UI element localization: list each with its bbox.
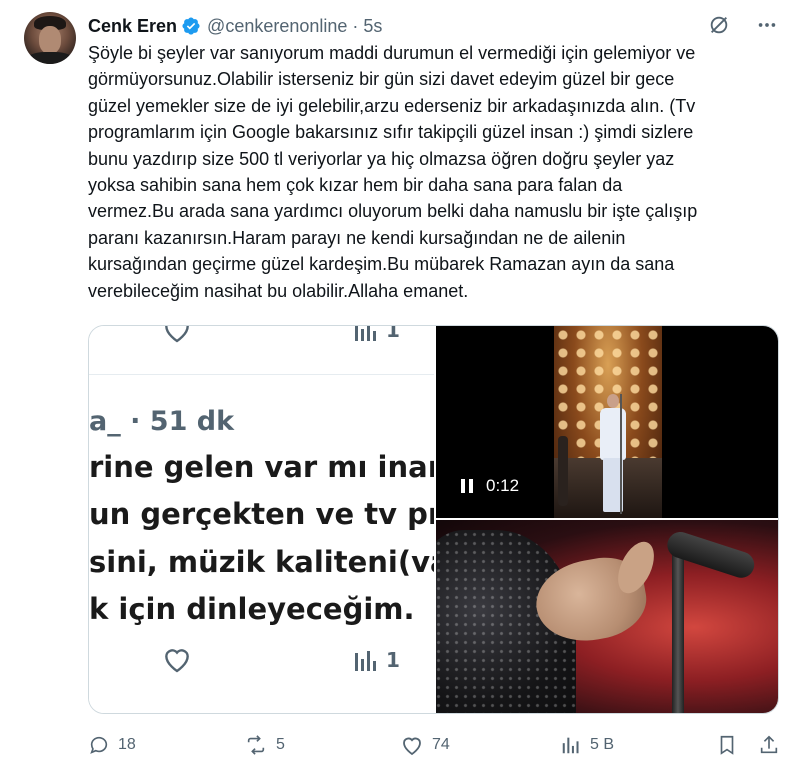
tweet-timestamp[interactable]: 5s xyxy=(363,16,382,37)
video-controls: 0:12 xyxy=(458,476,519,496)
bookmark-icon xyxy=(720,735,734,755)
reply-button[interactable]: 18 xyxy=(88,730,136,760)
grok-icon[interactable] xyxy=(706,12,732,38)
tweet-text-line: yoksa sahibin sana hem çok kızar hem bir… xyxy=(88,175,623,196)
mic-stand xyxy=(620,394,622,514)
video-duration: 0:12 xyxy=(486,476,520,495)
tweet-text-line: görmüyorsunuz.Olabilir isterseniz bir gü… xyxy=(88,69,675,90)
media-video[interactable]: 0:12 xyxy=(436,326,778,518)
tweet-text-line: Şöyle bi şeyler var sanıyorum maddi duru… xyxy=(88,43,696,63)
top-right-actions xyxy=(706,12,780,38)
share-icon xyxy=(760,735,778,754)
video-frame xyxy=(554,326,662,518)
screenshot-views-icon xyxy=(355,651,376,671)
screenshot-text-line: k için dinleyeceğim. xyxy=(89,592,415,626)
reply-count: 18 xyxy=(118,736,136,753)
views-count: 5 B xyxy=(590,736,615,753)
singer-body xyxy=(600,408,626,460)
tweet-text-line: paranı kazanırsın.Haram parayı ne kendi … xyxy=(88,227,626,248)
screenshot-meta: a_ · 51 dk xyxy=(89,406,235,437)
tweet-card[interactable]: Cenk Eren @cenkerenonline · 5s Şöyle bi … xyxy=(0,0,804,778)
stage-side-figure xyxy=(558,436,568,506)
photo-mic-stand xyxy=(672,540,684,713)
media-photo[interactable] xyxy=(436,520,778,713)
singer-figure xyxy=(598,394,628,514)
media-screenshot-image[interactable]: 1 a_ · 51 dk rine gelen var mı inan un g… xyxy=(89,326,434,713)
tweet-text-line: bunu yazdırıp size 500 tl veriyorlar ya … xyxy=(88,148,675,169)
screenshot-text-line: sini, müzik kaliteni(va xyxy=(89,545,434,579)
tweet-text-line: verebileceğim nasihat bu olabilir.Allaha… xyxy=(88,280,469,301)
repost-count: 5 xyxy=(276,736,285,753)
screenshot-divider xyxy=(89,374,434,375)
screenshot-views-icon xyxy=(355,326,376,341)
avatar-shirt xyxy=(26,52,74,64)
action-bar: 18 5 74 5 B xyxy=(88,730,788,760)
share-button[interactable] xyxy=(758,730,780,760)
tweet-text: Şöyle bi şeyler var sanıyorum maddi duru… xyxy=(88,40,788,304)
like-button[interactable]: 74 xyxy=(400,730,450,760)
avatar-face xyxy=(39,26,61,54)
screenshot-heart-icon xyxy=(161,326,193,349)
reply-icon xyxy=(90,736,108,754)
avatar[interactable] xyxy=(24,12,76,64)
screenshot-bottom-actions: 1 xyxy=(89,644,434,684)
tweet-text-line: güzel yemekler size de iyi gelebilir,arz… xyxy=(88,95,696,116)
bookmark-button[interactable] xyxy=(716,730,738,760)
screenshot-views: 1 xyxy=(354,326,400,342)
screenshot-top-actions: 1 xyxy=(89,326,434,354)
repost-button[interactable]: 5 xyxy=(244,730,285,760)
tweet-text-line: vermez.Bu arada sana yardımcı oluyorum b… xyxy=(88,201,698,222)
screenshot-text-line: un gerçekten ve tv pro xyxy=(89,497,434,531)
repost-icon xyxy=(247,735,265,755)
like-icon xyxy=(403,737,421,756)
tweet-text-line: programlarım için Google bakarsınız sıfı… xyxy=(88,122,694,143)
singer-head xyxy=(607,394,619,408)
views-icon xyxy=(562,737,579,754)
screenshot-text-line: rine gelen var mı inan xyxy=(89,450,434,484)
like-count: 74 xyxy=(432,736,450,753)
views-button[interactable]: 5 B xyxy=(560,730,614,760)
verified-badge-icon[interactable] xyxy=(181,16,201,36)
author-handle[interactable]: @cenkerenonline xyxy=(207,16,347,37)
screenshot-views: 1 xyxy=(354,648,400,672)
screenshot-heart-icon xyxy=(161,644,193,679)
pause-icon[interactable] xyxy=(458,477,476,495)
header-separator: · xyxy=(352,15,359,36)
tweet-text-line: kursağından geçirme güzel kardeşim.Bu mü… xyxy=(88,254,675,275)
screenshot-views-count: 1 xyxy=(386,326,400,342)
author-name[interactable]: Cenk Eren xyxy=(88,16,177,37)
tweet-header: Cenk Eren @cenkerenonline · 5s xyxy=(88,14,382,38)
screenshot-views-count: 1 xyxy=(386,648,400,672)
media-grid: 1 a_ · 51 dk rine gelen var mı inan un g… xyxy=(88,325,779,714)
more-icon[interactable] xyxy=(754,12,780,38)
